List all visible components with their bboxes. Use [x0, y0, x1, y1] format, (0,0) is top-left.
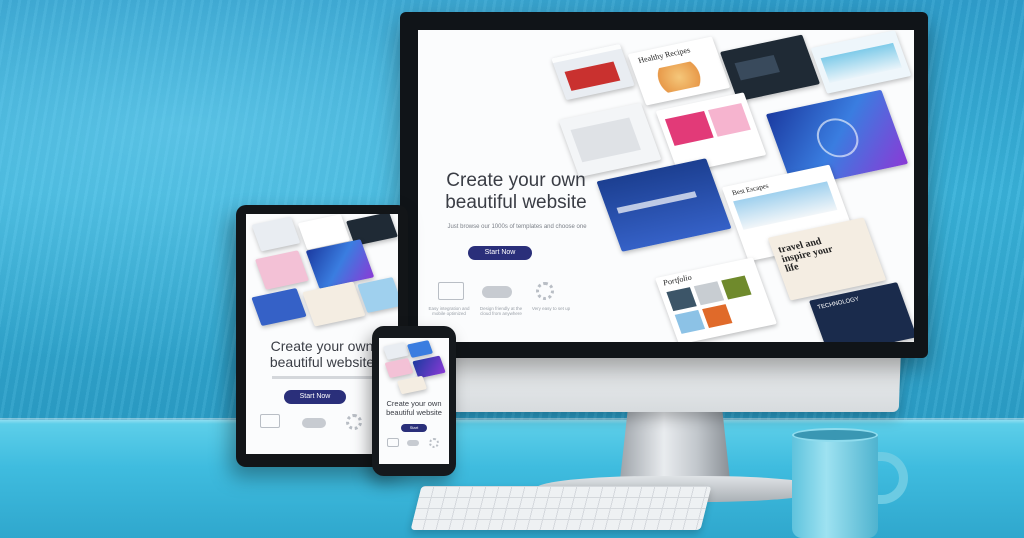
imac-screen: Healthy Recipes Best Escapes travel and …	[418, 30, 914, 342]
gear-icon	[429, 438, 439, 448]
template-tile	[596, 158, 732, 252]
template-tile	[357, 277, 398, 313]
monitor-icon	[260, 414, 280, 428]
phone-hero-title: Create your own beautiful website	[379, 399, 449, 417]
hero-subtitle: Just browse our 1000s of templates and c…	[447, 224, 587, 230]
monitor-icon	[438, 282, 464, 300]
phone-hero-line2: beautiful website	[386, 407, 442, 417]
tile-title: Portfolio	[661, 272, 693, 288]
coffee-mug	[792, 434, 878, 538]
start-now-button[interactable]: Start Now	[468, 246, 532, 260]
tile-title: TECHNOLOGY	[816, 296, 861, 311]
cloud-icon	[482, 286, 512, 298]
feature-text: Very easy to set up	[531, 306, 571, 311]
monitor-icon	[387, 438, 399, 447]
cloud-icon	[407, 440, 419, 446]
cloud-icon	[302, 418, 326, 428]
imac-stand	[620, 400, 730, 480]
template-tile	[251, 287, 307, 327]
template-tile	[412, 355, 446, 379]
tablet-hero-line2: beautiful website	[269, 354, 375, 371]
template-tile	[302, 281, 366, 327]
template-tile	[406, 340, 434, 358]
keyboard	[410, 486, 712, 530]
gear-icon	[346, 414, 362, 430]
template-tile	[254, 250, 310, 290]
template-tile	[382, 342, 410, 360]
gear-icon	[536, 282, 554, 300]
template-tile	[719, 34, 821, 102]
tablet-start-now-button[interactable]: Start Now	[284, 390, 346, 404]
template-tile	[810, 30, 912, 94]
template-tile	[396, 375, 428, 395]
template-tile: Portfolio	[655, 257, 777, 342]
template-tile	[251, 216, 301, 252]
desk-edge	[0, 418, 1024, 424]
tile-title: travel and inspire your life	[776, 236, 835, 275]
feature-text: Design friendly at the cloud from anywhe…	[479, 306, 523, 316]
phone-screen: Create your own beautiful website Start	[379, 338, 449, 464]
tablet-subtitle-line	[272, 376, 372, 379]
template-tile	[655, 92, 767, 174]
hero-title-line2: beautiful website	[445, 191, 587, 213]
tablet-hero-line1: Create your own	[270, 338, 374, 354]
mug-rim	[792, 428, 878, 442]
template-tile	[384, 357, 414, 379]
feature-text: Easy integration and mobile optimized	[428, 306, 470, 316]
phone-start-button[interactable]: Start	[401, 424, 427, 432]
tablet-hero-title: Create your own beautiful website	[252, 338, 392, 370]
template-tile	[558, 102, 662, 178]
hero-title-line1: Create your own	[446, 170, 586, 191]
template-tile	[551, 43, 635, 101]
hero-title: Create your own beautiful website	[436, 170, 596, 214]
template-tile: Healthy Recipes	[627, 36, 731, 106]
